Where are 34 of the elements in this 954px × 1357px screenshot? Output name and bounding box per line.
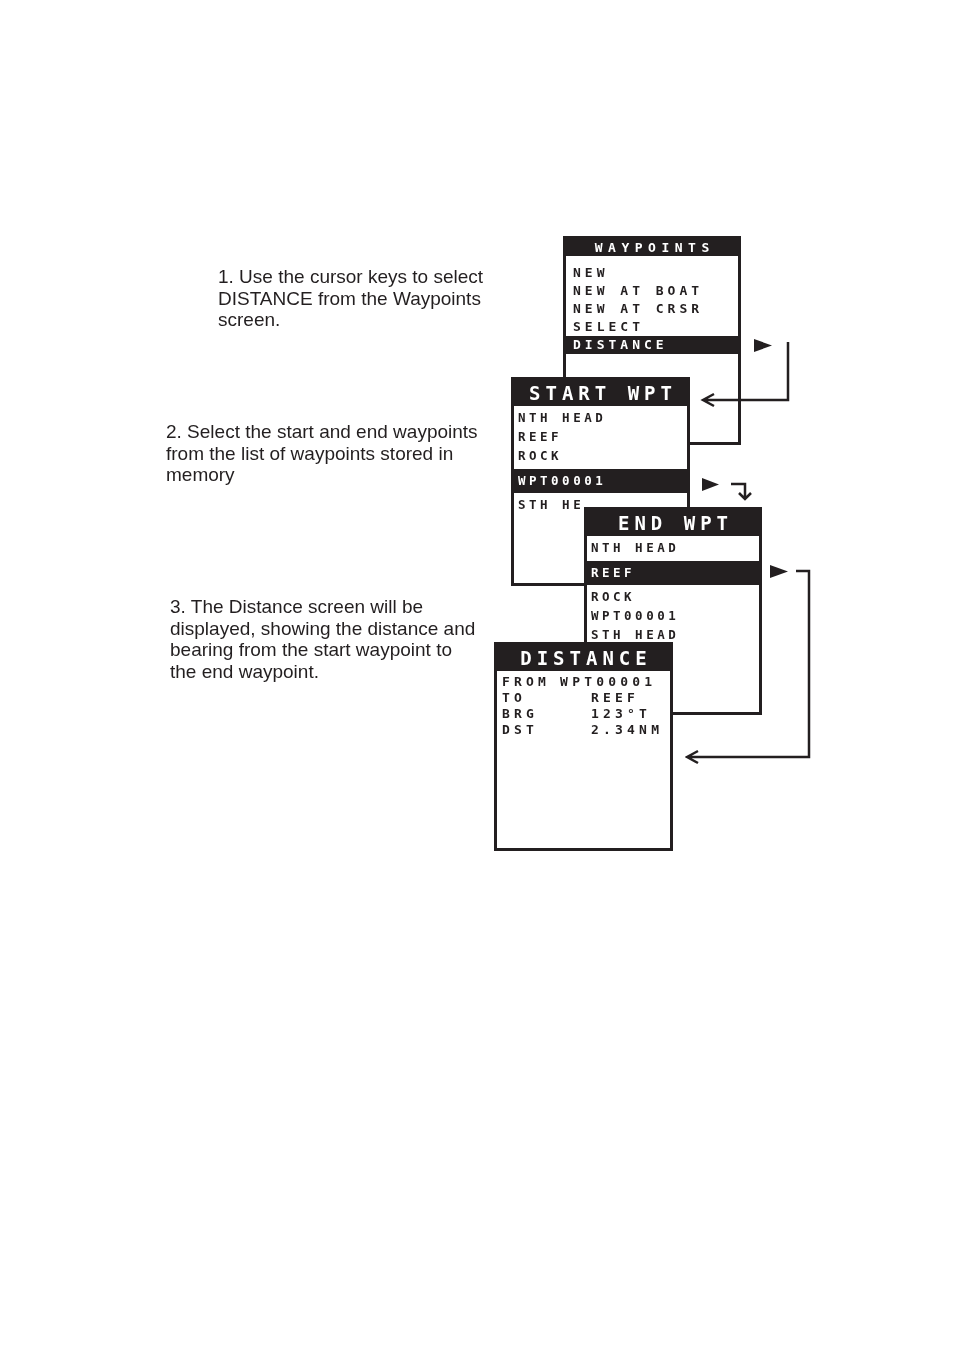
instruction-text: 2. Select the start and end waypoints from the list of waypoints stored in memory — [166, 421, 479, 486]
readout-value: 123°T — [591, 706, 652, 722]
list-item[interactable]: ROCK — [587, 587, 636, 606]
readout-value: WPT00001 — [560, 674, 657, 690]
list-item[interactable]: WPT00001 — [587, 606, 680, 625]
menu-item[interactable]: NEW AT BOAT — [566, 282, 704, 300]
readout-value: 2.34NM — [591, 722, 664, 738]
list-item[interactable]: NTH HEAD — [587, 538, 680, 557]
readout-label: DST — [502, 722, 540, 738]
instruction-text: 3. The Distance screen will be displayed, showing the distance and bearing from the start waypoint to the end waypoint. — [170, 596, 477, 682]
menu-item[interactable]: SELECT — [566, 318, 644, 336]
screen-title: DISTANCE — [497, 645, 670, 671]
screen-title: WAYPOINTS — [566, 239, 738, 256]
readout-label: BRG — [502, 706, 540, 722]
screen-title: START WPT — [514, 380, 687, 406]
triangle-icon — [754, 339, 772, 352]
menu-item[interactable]: DISTANCE — [566, 336, 738, 354]
instruction-text: 1. Use the cursor keys to select DISTANCE from the Waypoints screen. — [218, 266, 485, 331]
list-item[interactable]: REEF — [514, 427, 563, 446]
list-item[interactable]: WPT00001 — [514, 469, 687, 493]
menu-item[interactable]: NEW AT CRSR — [566, 300, 704, 318]
readout-value: REEF — [591, 690, 640, 706]
readout-label: TO — [502, 690, 528, 706]
triangle-icon — [770, 565, 788, 578]
menu-item[interactable]: NEW — [566, 264, 609, 282]
list-item[interactable]: STH HEAD — [587, 625, 680, 644]
list-item[interactable]: ROCK — [514, 446, 563, 465]
list-item[interactable]: NTH HEAD — [514, 408, 607, 427]
triangle-icon — [702, 478, 719, 491]
list-item[interactable]: STH HE — [514, 495, 585, 514]
screen-title: END WPT — [587, 510, 759, 536]
connector-arrow — [730, 482, 753, 502]
readout-label: FROM — [502, 674, 551, 690]
list-item[interactable]: REEF — [587, 561, 759, 585]
